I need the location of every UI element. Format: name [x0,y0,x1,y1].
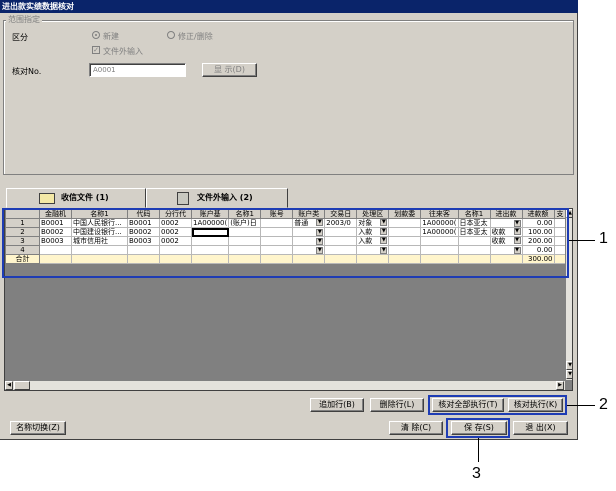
add-row-button[interactable]: 追加行(B) [310,398,364,412]
exit-button[interactable]: 退 出(X) [513,421,568,435]
tab-external-input[interactable]: 文件外输入 (2) [146,188,288,208]
book-icon [39,193,55,204]
callout-line-2 [567,405,595,406]
range-group-legend: 范围指定 [6,14,42,25]
external-input-label: 文件外输入 [103,47,143,56]
document-icon [177,192,189,205]
horizontal-scrollbar[interactable]: ◀ ▶ [5,380,565,390]
kubun-label: 区分 [12,33,28,42]
callout-line-3 [478,438,479,462]
callout-box-grid [2,208,569,278]
range-group [3,20,574,175]
check-no-input[interactable]: A0001 [89,63,186,77]
name-switch-button[interactable]: 名称切换(Z) [10,421,66,435]
radio-new-label: 新建 [103,32,119,41]
window-title: 进出款实绩数据核对 [0,0,578,13]
clear-button[interactable]: 清 除(C) [389,421,443,435]
tab-received-file[interactable]: 收信文件 (1) [6,188,146,208]
check-no-label: 核对No. [12,67,42,76]
callout-box-save [446,418,510,438]
delete-row-button[interactable]: 删除行(L) [370,398,424,412]
scroll-down-icon[interactable]: ▼ [566,361,572,370]
radio-new[interactable] [92,31,100,39]
radio-edit-label: 修正/删除 [178,32,213,41]
external-input-checkbox[interactable]: ✓ [92,46,100,54]
callout-number-2: 2 [599,396,608,413]
scroll-thumb[interactable] [14,381,30,390]
callout-number-1: 1 [599,230,608,247]
tab-external-input-label: 文件外输入 (2) [197,193,253,202]
display-button[interactable]: 显 示(D) [202,63,257,77]
callout-box-check-buttons [428,395,567,415]
callout-line-1 [569,240,595,241]
callout-number-3: 3 [472,465,481,482]
tab-received-file-label: 收信文件 (1) [61,193,109,202]
scroll-left-icon[interactable]: ◀ [5,381,13,390]
scroll-right-icon[interactable]: ▶ [556,381,564,390]
scroll-end-icon[interactable]: ▼ [566,370,572,379]
radio-edit[interactable] [167,31,175,39]
